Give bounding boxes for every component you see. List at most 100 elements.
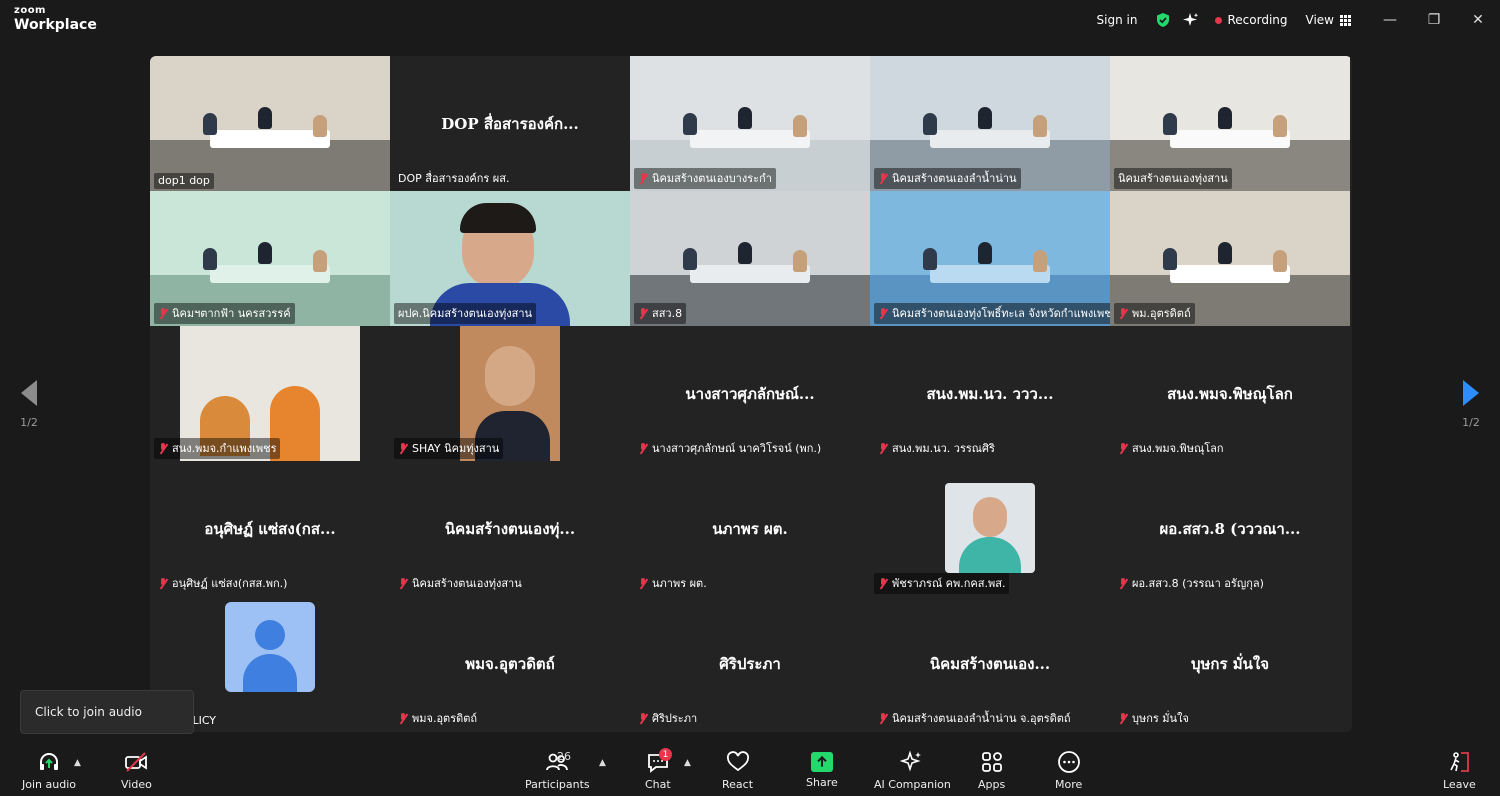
- view-button[interactable]: View: [1306, 13, 1351, 27]
- participant-name-label: นิคมสร้างตนเองบางระกำ: [634, 168, 776, 189]
- react-button[interactable]: React: [722, 750, 753, 791]
- brand-bottom: Workplace: [14, 17, 97, 33]
- sign-in-button[interactable]: Sign in: [1097, 13, 1138, 27]
- next-page-button[interactable]: 1/2: [1456, 380, 1486, 429]
- participant-tile[interactable]: นิคมฯตากฟ้า นครสวรรค์: [150, 191, 390, 326]
- participant-name-text: สนง.พม.นว. วรรณศิริ: [892, 442, 995, 455]
- participant-tile[interactable]: สสว.8: [630, 191, 870, 326]
- chat-caret-icon[interactable]: ▲: [684, 758, 691, 768]
- mic-muted-icon: [878, 172, 888, 184]
- participant-tile[interactable]: นิคมสร้างตนเองบางระกำ: [630, 56, 870, 191]
- participant-tile[interactable]: นิคมสร้างตนเอง... นิคมสร้างตนเองลำน้ำน่าน…: [870, 596, 1110, 731]
- participant-name-label: DOP สื่อสารองค์กร ผส.: [394, 168, 513, 189]
- participant-name-label: SHAY นิคมทุ่งสาน: [394, 438, 504, 459]
- mic-muted-icon: [398, 712, 408, 724]
- participant-tile[interactable]: นิคมสร้างตนเองทุ่งสาน: [1110, 56, 1350, 191]
- minimize-button[interactable]: —: [1368, 0, 1412, 40]
- participant-name-label: สสว.8: [634, 303, 687, 324]
- participant-tile[interactable]: สนง.พมจ.กำแพงเพชร: [150, 326, 390, 461]
- participant-tile[interactable]: บุษกร มั่นใจ บุษกร มั่นใจ: [1110, 596, 1350, 731]
- participant-tile[interactable]: dop1 dop: [150, 56, 390, 191]
- mic-muted-icon: [398, 442, 408, 454]
- ai-sparkle-icon[interactable]: [1183, 12, 1199, 28]
- participant-name-text: ผอ.สสว.8 (วรรณา อรัญกุล): [1132, 577, 1264, 590]
- chat-button[interactable]: 1 Chat: [645, 748, 672, 791]
- chat-unread-badge: 1: [659, 748, 672, 761]
- participant-name-text: สนง.พมจ.กำแพงเพชร: [172, 442, 277, 455]
- participant-tile[interactable]: นิคมสร้างตนเองลำน้ำน่าน: [870, 56, 1110, 191]
- heart-icon: [726, 751, 749, 772]
- mic-muted-icon: [1118, 577, 1128, 589]
- mic-muted-icon: [638, 577, 648, 589]
- participant-name-text: นิคมสร้างตนเองบางระกำ: [652, 172, 772, 185]
- mic-muted-icon: [158, 307, 168, 319]
- participant-tile[interactable]: นภาพร ผต. นภาพร ผต.: [630, 461, 870, 596]
- participant-tile[interactable]: ผปค.นิคมสร้างตนเองทุ่งสาน: [390, 191, 630, 326]
- recording-dot-icon: [1215, 16, 1223, 24]
- more-button[interactable]: More: [1055, 750, 1082, 791]
- participant-tile[interactable]: พัชราภรณ์ คพ.กคส.พส.: [870, 461, 1110, 596]
- participants-caret-icon[interactable]: ▲: [599, 758, 606, 768]
- participant-tile[interactable]: สนง.พมจ.พิษณุโลก สนง.พมจ.พิษณุโลก: [1110, 326, 1350, 461]
- participant-name-text: นิคมสร้างตนเองลำน้ำน่าน จ.อุตรดิตถ์: [892, 712, 1071, 725]
- ai-companion-label: AI Companion: [874, 778, 951, 791]
- mic-muted-icon: [878, 577, 888, 589]
- participant-name-label: นิคมสร้างตนเองทุ่งโพธิ์ทะเล จังหวัดกำแพง…: [874, 303, 1110, 324]
- join-audio-tooltip: Click to join audio: [20, 690, 194, 734]
- participant-name-text: นิคมสร้างตนเองลำน้ำน่าน: [892, 172, 1017, 185]
- participant-name-text: นิคมสร้างตนเองทุ่งสาน: [412, 577, 522, 590]
- video-feed: [150, 56, 390, 191]
- maximize-button[interactable]: ❐: [1412, 0, 1456, 40]
- ai-companion-button[interactable]: AI Companion: [874, 750, 951, 791]
- participant-name-text: ผปค.นิคมสร้างตนเองทุ่งสาน: [398, 307, 533, 320]
- participant-name-label: นิคมฯตากฟ้า นครสวรรค์: [154, 303, 295, 324]
- participants-label: Participants: [525, 778, 590, 791]
- participant-name-text: สสว.8: [652, 307, 683, 320]
- participant-tile[interactable]: สนง.พม.นว. ววว... สนง.พม.นว. วรรณศิริ: [870, 326, 1110, 461]
- video-off-icon: [125, 752, 148, 772]
- participants-button[interactable]: 26 Participants: [525, 750, 590, 791]
- mic-muted-icon: [878, 307, 888, 319]
- participant-tile[interactable]: พม.อุตรดิตถ์: [1110, 191, 1350, 326]
- join-audio-button[interactable]: Join audio: [22, 750, 76, 791]
- previous-page-button[interactable]: 1/2: [14, 380, 44, 429]
- participant-name-text: ศิริประภา: [652, 712, 698, 725]
- participant-name-text: พม.อุตรดิตถ์: [1132, 307, 1191, 320]
- mic-muted-icon: [158, 442, 168, 454]
- participant-tile[interactable]: DOP สื่อสารองค์ก... DOP สื่อสารองค์กร ผส.: [390, 56, 630, 191]
- recording-indicator[interactable]: Recording: [1215, 13, 1288, 27]
- arrow-right-icon: [1463, 380, 1479, 406]
- apps-label: Apps: [978, 778, 1006, 791]
- leave-button[interactable]: Leave: [1443, 750, 1476, 791]
- participant-name-text: SHAY นิคมทุ่งสาน: [412, 442, 500, 455]
- audio-options-caret-icon[interactable]: ▲: [74, 758, 81, 768]
- participant-tile[interactable]: ผอ.สสว.8 (วววณา... ผอ.สสว.8 (วรรณา อรัญกุ…: [1110, 461, 1350, 596]
- participant-name-label: พมจ.อุตรดิตถ์: [394, 708, 481, 729]
- participant-tile[interactable]: SHAY นิคมทุ่งสาน: [390, 326, 630, 461]
- participant-tile[interactable]: นิคมสร้างตนเองทุ่งโพธิ์ทะเล จังหวัดกำแพง…: [870, 191, 1110, 326]
- participant-name-text: พมจ.อุตรดิตถ์: [412, 712, 478, 725]
- page-indicator-left: 1/2: [20, 416, 38, 429]
- video-button[interactable]: Video: [121, 750, 152, 791]
- share-button[interactable]: Share: [806, 750, 838, 789]
- participant-name-label: สนง.พม.นว. วรรณศิริ: [874, 438, 999, 459]
- video-thumbnail: [945, 483, 1035, 573]
- participant-name-label: dop1 dop: [154, 173, 214, 189]
- close-button[interactable]: ✕: [1456, 0, 1500, 40]
- participant-tile[interactable]: นิคมสร้างตนเองทุ่... นิคมสร้างตนเองทุ่งสา…: [390, 461, 630, 596]
- participant-tile[interactable]: อนุศิษฏ์ แซ่สง(กส... อนุศิษฏ์ แซ่สง(กสส.พ…: [150, 461, 390, 596]
- participant-tile[interactable]: พมจ.อุตวดิตถ์ พมจ.อุตรดิตถ์: [390, 596, 630, 731]
- participant-tile[interactable]: นางสาวศุภลักษณ์... นางสาวศุภลักษณ์ นาควิโ…: [630, 326, 870, 461]
- participant-name-label: อนุศิษฏ์ แซ่สง(กสส.พก.): [154, 573, 291, 594]
- video-label: Video: [121, 778, 152, 791]
- participant-name-text: นางสาวศุภลักษณ์ นาควิโรจน์ (พก.): [652, 442, 822, 455]
- title-bar: zoom Workplace Sign in Recording View — …: [0, 0, 1500, 40]
- ai-companion-sparkle-icon: [900, 750, 922, 772]
- shield-check-icon[interactable]: [1155, 12, 1171, 28]
- participant-tile[interactable]: ศิริประภา ศิริประภา: [630, 596, 870, 731]
- participant-name-text: DOP สื่อสารองค์กร ผส.: [398, 172, 510, 185]
- page-indicator-right: 1/2: [1462, 416, 1480, 429]
- mic-muted-icon: [1118, 307, 1128, 319]
- apps-button[interactable]: Apps: [978, 750, 1005, 791]
- participant-name-label: สนง.พมจ.พิษณุโลก: [1114, 438, 1228, 459]
